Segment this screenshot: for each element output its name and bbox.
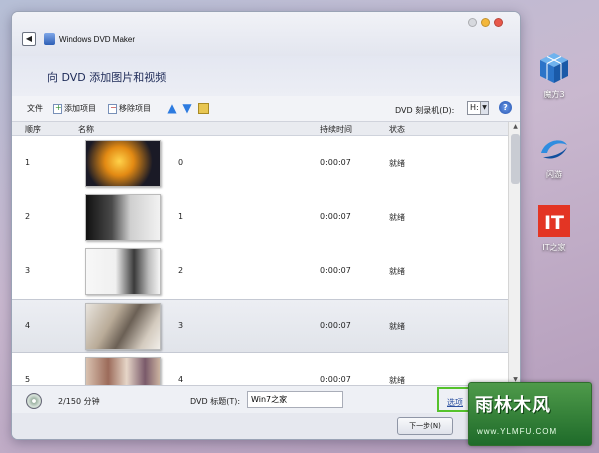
row-status: 就绪 bbox=[389, 267, 405, 276]
desktop-icon-shanyou[interactable]: 闪游 bbox=[532, 130, 576, 180]
scrollbar-thumb[interactable] bbox=[511, 134, 520, 184]
table-row[interactable]: 3 2 0:00:07 就绪 bbox=[12, 245, 508, 299]
duration-usage: 2/150 分钟 bbox=[58, 397, 100, 406]
row-name: 1 bbox=[178, 212, 184, 221]
column-header-name[interactable]: 名称 bbox=[78, 124, 94, 135]
media-table: 顺序 名称 持续时间 状态 1 0 0:00:07 就绪 2 1 0:00:07… bbox=[12, 122, 520, 385]
row-status: 就绪 bbox=[389, 322, 405, 331]
move-up-icon[interactable]: ▲ bbox=[166, 102, 178, 115]
add-items-label: 添加项目 bbox=[64, 104, 96, 113]
window-title: Windows DVD Maker bbox=[59, 35, 136, 44]
cube-icon bbox=[536, 50, 572, 86]
chevron-down-icon: ▼ bbox=[480, 102, 488, 114]
burner-value: H: bbox=[470, 103, 479, 112]
table-row-selected[interactable]: 4 3 0:00:07 就绪 bbox=[12, 299, 508, 353]
desktop-icon-mofang[interactable]: 魔方3 bbox=[532, 50, 576, 100]
row-name: 3 bbox=[178, 321, 184, 330]
options-link[interactable]: 选项 bbox=[447, 397, 463, 408]
scroll-up-icon[interactable]: ▲ bbox=[509, 122, 520, 132]
status-bar: 2/150 分钟 DVD 标题(T): 选项 bbox=[12, 385, 520, 413]
swirl-icon bbox=[536, 130, 572, 166]
photo-thumbnail bbox=[85, 248, 161, 295]
desktop-icon-label: IT之家 bbox=[542, 243, 566, 252]
dvd-maker-window: ◀ Windows DVD Maker 向 DVD 添加图片和视频 文件 添加项… bbox=[11, 11, 521, 440]
row-name: 4 bbox=[178, 375, 184, 384]
burner-select[interactable]: H: ▼ bbox=[467, 101, 489, 115]
watermark-url: www.YLMFU.COM bbox=[477, 427, 558, 436]
next-button[interactable]: 下一步(N) bbox=[397, 417, 453, 435]
disc-icon bbox=[26, 393, 42, 409]
table-row[interactable]: 1 0 0:00:07 就绪 bbox=[12, 137, 508, 191]
row-status: 就绪 bbox=[389, 213, 405, 222]
watermark-text: 雨林木风 bbox=[475, 395, 551, 416]
table-row[interactable]: 5 4 0:00:07 就绪 bbox=[12, 354, 508, 385]
row-name: 0 bbox=[178, 158, 184, 167]
footer-bar: 下一步(N) bbox=[12, 413, 520, 439]
maximize-dot[interactable] bbox=[494, 18, 503, 27]
move-down-icon[interactable]: ▼ bbox=[181, 102, 193, 115]
svg-text:IT: IT bbox=[544, 212, 564, 234]
help-icon[interactable]: ? bbox=[499, 101, 512, 114]
desktop-icon-label: 闪游 bbox=[546, 170, 562, 179]
photo-thumbnail bbox=[85, 140, 161, 187]
row-duration: 0:00:07 bbox=[320, 158, 351, 167]
column-header-order[interactable]: 顺序 bbox=[25, 124, 41, 135]
table-header: 顺序 名称 持续时间 状态 bbox=[12, 122, 508, 136]
column-header-duration[interactable]: 持续时间 bbox=[320, 124, 352, 135]
add-item-icon bbox=[53, 103, 62, 114]
dvd-title-input[interactable] bbox=[247, 391, 343, 408]
back-button[interactable]: ◀ bbox=[22, 32, 36, 46]
title-bar: ◀ Windows DVD Maker bbox=[12, 12, 520, 56]
photo-thumbnail bbox=[85, 357, 161, 385]
file-menu-label: 文件 bbox=[27, 104, 43, 113]
column-header-status[interactable]: 状态 bbox=[389, 124, 405, 135]
desktop-icon-label: 魔方3 bbox=[543, 90, 565, 99]
photo-thumbnail bbox=[85, 303, 161, 350]
row-status: 就绪 bbox=[389, 376, 405, 385]
close-dot[interactable] bbox=[468, 18, 477, 27]
dvd-maker-icon bbox=[44, 33, 55, 45]
it-logo-icon: IT bbox=[536, 203, 572, 239]
page-title: 向 DVD 添加图片和视频 bbox=[47, 71, 167, 84]
file-menu[interactable]: 文件 bbox=[27, 103, 43, 114]
watermark-logo: 雨林木风 www.YLMFU.COM bbox=[468, 382, 592, 446]
toolbar: 文件 添加项目 移除项目 ▲ ▼ DVD 刻录机(D): H: ▼ ? bbox=[12, 96, 520, 122]
photo-thumbnail bbox=[85, 194, 161, 241]
page-heading: 向 DVD 添加图片和视频 bbox=[12, 56, 520, 96]
table-row[interactable]: 2 1 0:00:07 就绪 bbox=[12, 191, 508, 245]
row-duration: 0:00:07 bbox=[320, 212, 351, 221]
row-order: 3 bbox=[25, 266, 31, 275]
dvd-title-label: DVD 标题(T): bbox=[190, 397, 241, 406]
remove-item-icon bbox=[108, 103, 117, 114]
row-status: 就绪 bbox=[389, 159, 405, 168]
folder-icon[interactable] bbox=[198, 103, 209, 114]
desktop-icon-ithome[interactable]: IT IT之家 bbox=[532, 203, 576, 253]
row-order: 1 bbox=[25, 158, 31, 167]
remove-items-button[interactable]: 移除项目 bbox=[108, 103, 151, 114]
add-items-button[interactable]: 添加项目 bbox=[53, 103, 96, 114]
vertical-scrollbar[interactable]: ▲ ▼ bbox=[508, 122, 520, 385]
row-order: 4 bbox=[25, 321, 31, 330]
row-duration: 0:00:07 bbox=[320, 375, 351, 384]
row-order: 5 bbox=[25, 375, 31, 384]
minimize-dot[interactable] bbox=[481, 18, 490, 27]
row-duration: 0:00:07 bbox=[320, 266, 351, 275]
remove-items-label: 移除项目 bbox=[119, 104, 151, 113]
row-order: 2 bbox=[25, 212, 31, 221]
row-duration: 0:00:07 bbox=[320, 321, 351, 330]
row-name: 2 bbox=[178, 266, 184, 275]
burner-label: DVD 刻录机(D): bbox=[395, 106, 455, 115]
